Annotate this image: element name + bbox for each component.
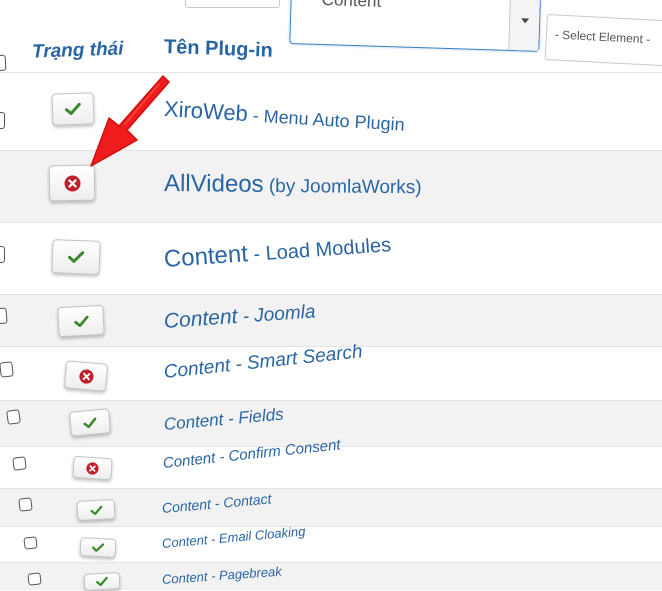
status-toggle-button[interactable]: [68, 408, 112, 437]
row-checkbox[interactable]: [0, 112, 5, 129]
check-icon: [83, 417, 97, 428]
red-arrow-icon: [90, 75, 170, 167]
status-toggle-button[interactable]: [63, 360, 109, 392]
status-toggle-button[interactable]: [51, 239, 101, 275]
status-toggle-button[interactable]: [57, 304, 105, 338]
row-checkbox[interactable]: [0, 246, 5, 263]
unpublish-icon: [86, 461, 99, 475]
row-checkbox[interactable]: [6, 409, 21, 425]
element-filter-select[interactable]: - Select Element -: [544, 14, 662, 68]
status-toggle-button[interactable]: [48, 164, 96, 202]
top-filter-stub[interactable]: [185, 0, 280, 8]
row-checkbox[interactable]: [18, 497, 33, 512]
column-header-status[interactable]: Trạng thái: [32, 38, 124, 63]
plugin-name-main: AllVideos: [163, 170, 264, 198]
dropdown-caret[interactable]: [508, 0, 540, 51]
plugin-name-main: Content: [163, 304, 239, 333]
row-checkbox[interactable]: [0, 307, 8, 325]
column-header-name[interactable]: Tên Plug-in: [164, 36, 274, 63]
plugin-name-main: XiroWeb: [163, 96, 249, 127]
check-icon: [67, 251, 85, 263]
plugin-name-main: Content: [163, 240, 249, 273]
plugin-name-main: Content: [163, 409, 225, 434]
status-toggle-button[interactable]: [79, 537, 117, 558]
plugin-name-sub: (by JoomlaWorks): [263, 175, 422, 199]
unpublish-icon: [64, 174, 80, 191]
folder-filter-select[interactable]: Content: [289, 0, 541, 52]
element-filter-value: - Select Element -: [554, 27, 651, 47]
status-toggle-button[interactable]: [76, 499, 116, 521]
status-toggle-button[interactable]: [72, 455, 113, 481]
row-checkbox[interactable]: [27, 572, 42, 586]
plugin-name-sub: - Joomla: [236, 301, 317, 328]
check-icon: [90, 505, 102, 515]
check-icon: [91, 543, 105, 552]
plugin-name-sub: - Fields: [222, 404, 285, 429]
unpublish-icon: [78, 368, 94, 384]
check-icon: [65, 102, 81, 116]
row-checkbox[interactable]: [23, 536, 38, 550]
check-icon: [96, 576, 108, 587]
folder-filter-value: Content: [321, 0, 382, 11]
chevron-down-icon: [521, 18, 530, 24]
select-all-checkbox[interactable]: [0, 54, 7, 72]
check-icon: [73, 315, 89, 327]
row-checkbox[interactable]: [12, 456, 27, 471]
plugin-name-link[interactable]: AllVideos (by JoomlaWorks): [164, 170, 422, 200]
row-checkbox[interactable]: [0, 361, 14, 378]
status-toggle-button[interactable]: [83, 572, 121, 591]
plugin-name-main: Content: [161, 568, 208, 587]
